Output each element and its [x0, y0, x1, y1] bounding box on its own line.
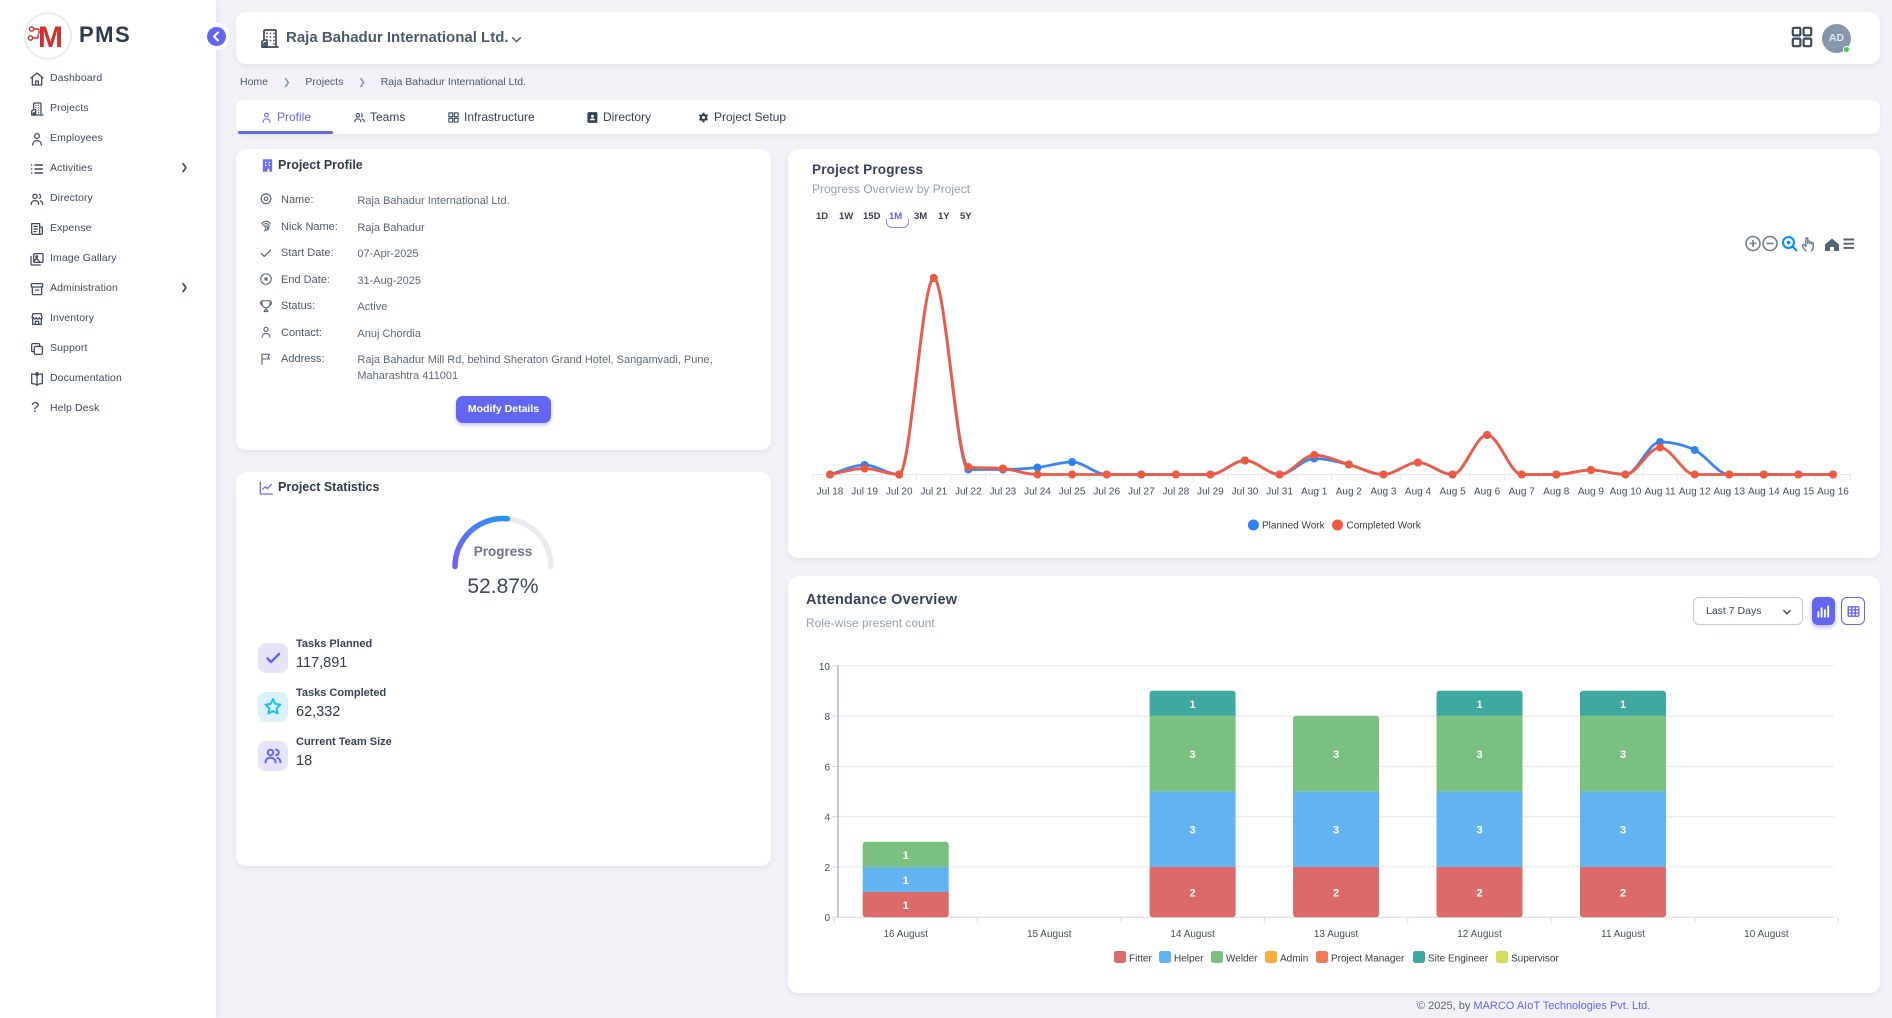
svg-text:Jul 20: Jul 20 — [886, 487, 913, 498]
svg-text:4: 4 — [824, 813, 830, 824]
svg-text:16 August: 16 August — [883, 929, 928, 940]
svg-text:Jul 19: Jul 19 — [851, 487, 878, 498]
svg-text:Aug 10: Aug 10 — [1610, 487, 1642, 498]
svg-text:Aug 15: Aug 15 — [1783, 487, 1815, 498]
svg-text:1: 1 — [1620, 699, 1626, 711]
svg-text:Jul 21: Jul 21 — [920, 487, 947, 498]
svg-text:2: 2 — [1620, 888, 1626, 900]
svg-text:Supervisor: Supervisor — [1511, 954, 1559, 965]
svg-text:Jul 22: Jul 22 — [955, 487, 982, 498]
svg-text:3: 3 — [1190, 749, 1196, 761]
svg-text:Aug 12: Aug 12 — [1679, 487, 1711, 498]
svg-text:Jul 23: Jul 23 — [990, 487, 1017, 498]
svg-text:1: 1 — [1190, 699, 1196, 711]
svg-text:Jul 29: Jul 29 — [1197, 487, 1224, 498]
svg-text:11 August: 11 August — [1601, 929, 1645, 940]
svg-text:3: 3 — [1620, 749, 1626, 761]
svg-text:10 August: 10 August — [1744, 929, 1789, 940]
svg-text:Aug 13: Aug 13 — [1713, 487, 1745, 498]
svg-text:1: 1 — [903, 850, 909, 862]
svg-text:Aug 1: Aug 1 — [1301, 487, 1328, 498]
svg-text:Fitter: Fitter — [1129, 954, 1152, 965]
svg-text:14 August: 14 August — [1170, 929, 1215, 940]
svg-text:Site Engineer: Site Engineer — [1428, 954, 1489, 965]
svg-text:1: 1 — [903, 875, 909, 887]
svg-text:3: 3 — [1190, 825, 1196, 837]
svg-text:8: 8 — [824, 712, 830, 723]
svg-text:2: 2 — [1476, 888, 1482, 900]
svg-text:2: 2 — [824, 863, 830, 874]
svg-text:Jul 28: Jul 28 — [1163, 487, 1190, 498]
svg-text:3: 3 — [1620, 825, 1626, 837]
svg-text:3: 3 — [1476, 749, 1482, 761]
svg-text:Aug 2: Aug 2 — [1336, 487, 1363, 498]
svg-text:Project Manager: Project Manager — [1331, 954, 1405, 965]
svg-text:M: M — [38, 21, 63, 54]
svg-text:Aug 5: Aug 5 — [1440, 487, 1467, 498]
svg-text:Completed Work: Completed Work — [1347, 521, 1422, 532]
svg-text:Aug 14: Aug 14 — [1748, 487, 1780, 498]
svg-text:Jul 27: Jul 27 — [1128, 487, 1155, 498]
svg-text:Jul 31: Jul 31 — [1266, 487, 1293, 498]
svg-text:12 August: 12 August — [1457, 929, 1502, 940]
svg-text:Jul 25: Jul 25 — [1059, 487, 1086, 498]
svg-text:Welder: Welder — [1226, 954, 1258, 965]
svg-text:Aug 8: Aug 8 — [1543, 487, 1570, 498]
svg-text:1: 1 — [1476, 699, 1482, 711]
svg-text:15 August: 15 August — [1027, 929, 1072, 940]
svg-text:1: 1 — [903, 900, 909, 912]
svg-text:Aug 7: Aug 7 — [1509, 487, 1536, 498]
svg-text:Jul 18: Jul 18 — [817, 487, 844, 498]
svg-text:Planned Work: Planned Work — [1262, 521, 1326, 532]
svg-text:2: 2 — [1190, 888, 1196, 900]
svg-text:Aug 3: Aug 3 — [1370, 487, 1397, 498]
svg-text:6: 6 — [824, 762, 830, 773]
svg-text:Jul 30: Jul 30 — [1232, 487, 1259, 498]
svg-text:3: 3 — [1476, 825, 1482, 837]
svg-text:0: 0 — [824, 913, 830, 924]
svg-text:10: 10 — [819, 662, 831, 673]
svg-text:Aug 11: Aug 11 — [1645, 487, 1676, 498]
svg-text:Helper: Helper — [1174, 954, 1204, 965]
svg-text:Jul 26: Jul 26 — [1093, 487, 1120, 498]
svg-text:Aug 6: Aug 6 — [1474, 487, 1501, 498]
svg-text:3: 3 — [1333, 749, 1339, 761]
svg-text:2: 2 — [1333, 888, 1339, 900]
svg-text:Jul 24: Jul 24 — [1024, 487, 1051, 498]
svg-text:3: 3 — [1333, 825, 1339, 837]
svg-text:Aug 16: Aug 16 — [1817, 487, 1849, 498]
svg-text:Aug 4: Aug 4 — [1405, 487, 1432, 498]
svg-text:Aug 9: Aug 9 — [1578, 487, 1605, 498]
svg-text:13 August: 13 August — [1314, 929, 1359, 940]
svg-text:Admin: Admin — [1280, 954, 1308, 965]
